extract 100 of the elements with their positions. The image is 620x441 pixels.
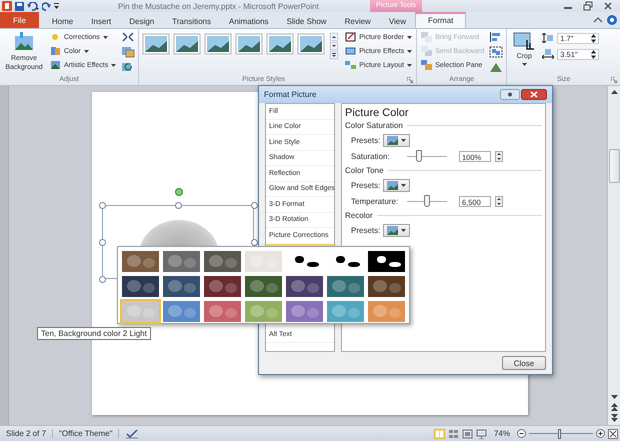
rotation-handle[interactable] (175, 188, 183, 196)
field-label: Presets: (351, 180, 379, 190)
close-icon[interactable] (602, 1, 614, 11)
recolor-swatch[interactable] (163, 251, 200, 272)
ribbon-tab[interactable]: Animations (220, 14, 278, 28)
save-icon[interactable] (15, 2, 24, 10)
scroll-up-icon[interactable] (330, 33, 338, 41)
compress-icon[interactable] (121, 31, 136, 43)
zoom-slider-thumb[interactable] (558, 428, 561, 438)
resize-handle[interactable] (99, 276, 106, 283)
dialog-title: Format Picture (264, 90, 316, 99)
picture-style-thumbnail[interactable] (235, 33, 264, 55)
fit-to-window-icon[interactable] (608, 428, 618, 438)
field-label: Temperature: (351, 196, 399, 206)
app-icon[interactable] (2, 1, 12, 11)
restore-icon[interactable] (582, 1, 594, 11)
presets-dropdown[interactable] (383, 224, 410, 236)
recolor-swatch[interactable] (245, 301, 282, 322)
redo-icon[interactable] (42, 2, 51, 10)
recolor-swatch[interactable] (327, 276, 364, 297)
scroll-up-arrow-icon[interactable] (610, 89, 618, 94)
recolor-swatch[interactable] (204, 301, 241, 322)
recolor-swatch[interactable] (368, 276, 405, 297)
recolor-swatch[interactable] (122, 276, 159, 297)
recolor-swatch[interactable] (163, 301, 200, 322)
recolor-swatch[interactable] (327, 301, 364, 322)
reading-view-icon[interactable] (462, 428, 473, 438)
picture-style-thumbnail[interactable] (173, 33, 202, 55)
zoom-level[interactable]: 74% (494, 429, 510, 438)
help-button-icon[interactable] (500, 89, 520, 100)
ribbon-tab[interactable]: File (0, 12, 39, 28)
ribbon-tab[interactable]: Format (415, 12, 466, 28)
resize-handle[interactable] (99, 239, 106, 246)
field-label: Presets: (351, 136, 379, 144)
slider-thumb[interactable] (416, 150, 422, 162)
spinner-icon[interactable] (591, 50, 596, 58)
next-slide-icon[interactable] (610, 414, 618, 422)
customize-icon[interactable] (54, 2, 60, 10)
slide-sorter-icon[interactable] (448, 428, 459, 438)
rotate-icon[interactable] (489, 61, 504, 73)
recolor-swatch[interactable] (204, 276, 241, 297)
ribbon-tab[interactable]: Insert (82, 14, 120, 28)
group-icon[interactable] (489, 46, 504, 58)
undo-icon[interactable] (27, 2, 39, 10)
ribbon-tab[interactable]: View (380, 14, 416, 28)
spell-check-icon[interactable] (125, 428, 140, 438)
spinner-icon[interactable] (591, 34, 596, 42)
vertical-scrollbar[interactable] (607, 86, 620, 425)
change-picture-icon[interactable] (121, 46, 136, 58)
recolor-swatch[interactable] (204, 251, 241, 272)
picture-style-thumbnail[interactable] (204, 33, 232, 55)
collapse-ribbon-icon[interactable] (593, 16, 603, 24)
theme-name: "Office Theme" (53, 429, 120, 438)
zoom-out-icon[interactable] (517, 429, 526, 438)
picture-style-thumbnail[interactable] (142, 33, 170, 55)
resize-handle[interactable] (99, 202, 106, 209)
ribbon-tab[interactable]: Transitions (163, 14, 220, 28)
recolor-swatch[interactable] (245, 251, 282, 272)
caret-icon (522, 63, 527, 66)
button-icon (50, 32, 61, 42)
picture-style-thumbnail[interactable] (266, 33, 294, 55)
recolor-swatch[interactable] (245, 276, 282, 297)
presets-dropdown[interactable] (383, 178, 410, 192)
dialog-launcher-icon[interactable] (611, 77, 617, 83)
field-label: Presets: (351, 226, 379, 234)
resize-handle[interactable] (175, 202, 182, 209)
button-icon (50, 60, 61, 70)
zoom-in-icon[interactable] (596, 429, 605, 438)
recolor-swatch[interactable] (368, 251, 405, 272)
ribbon-tab[interactable]: Review (336, 14, 380, 28)
recolor-swatch[interactable] (122, 301, 159, 322)
slide-show-icon[interactable] (476, 428, 487, 438)
recolor-swatch[interactable] (122, 251, 159, 272)
help-icon[interactable] (607, 15, 617, 25)
caret-icon (84, 50, 89, 52)
caret-icon (401, 138, 406, 142)
ribbon-tab[interactable]: Home (42, 14, 82, 28)
resize-handle[interactable] (251, 239, 258, 246)
recolor-swatch[interactable] (163, 276, 200, 297)
close-icon[interactable] (521, 89, 547, 100)
picture-style-thumbnail[interactable] (297, 33, 326, 55)
scroll-thumb[interactable] (608, 149, 620, 183)
ribbon-tab[interactable]: Slide Show (278, 14, 336, 28)
previous-slide-icon[interactable] (610, 403, 618, 411)
recolor-swatch[interactable] (286, 276, 323, 297)
ribbon-tab[interactable]: Design (120, 14, 164, 28)
dialog-launcher-icon[interactable] (407, 77, 414, 83)
recolor-swatch[interactable] (286, 301, 323, 322)
recolor-swatch[interactable] (368, 301, 405, 322)
resize-handle[interactable] (251, 202, 258, 209)
more-icon[interactable] (330, 51, 338, 59)
scroll-down-icon[interactable] (330, 42, 338, 50)
close-button[interactable]: Close (502, 356, 546, 370)
spinner-icon[interactable] (495, 150, 503, 162)
spinner-icon[interactable] (495, 196, 503, 206)
normal-view-icon[interactable] (434, 428, 445, 438)
scroll-down-arrow-icon[interactable] (610, 395, 618, 400)
slider-thumb[interactable] (424, 195, 430, 207)
presets-dropdown[interactable] (383, 134, 410, 146)
slide-counter: Slide 2 of 7 (0, 429, 54, 438)
